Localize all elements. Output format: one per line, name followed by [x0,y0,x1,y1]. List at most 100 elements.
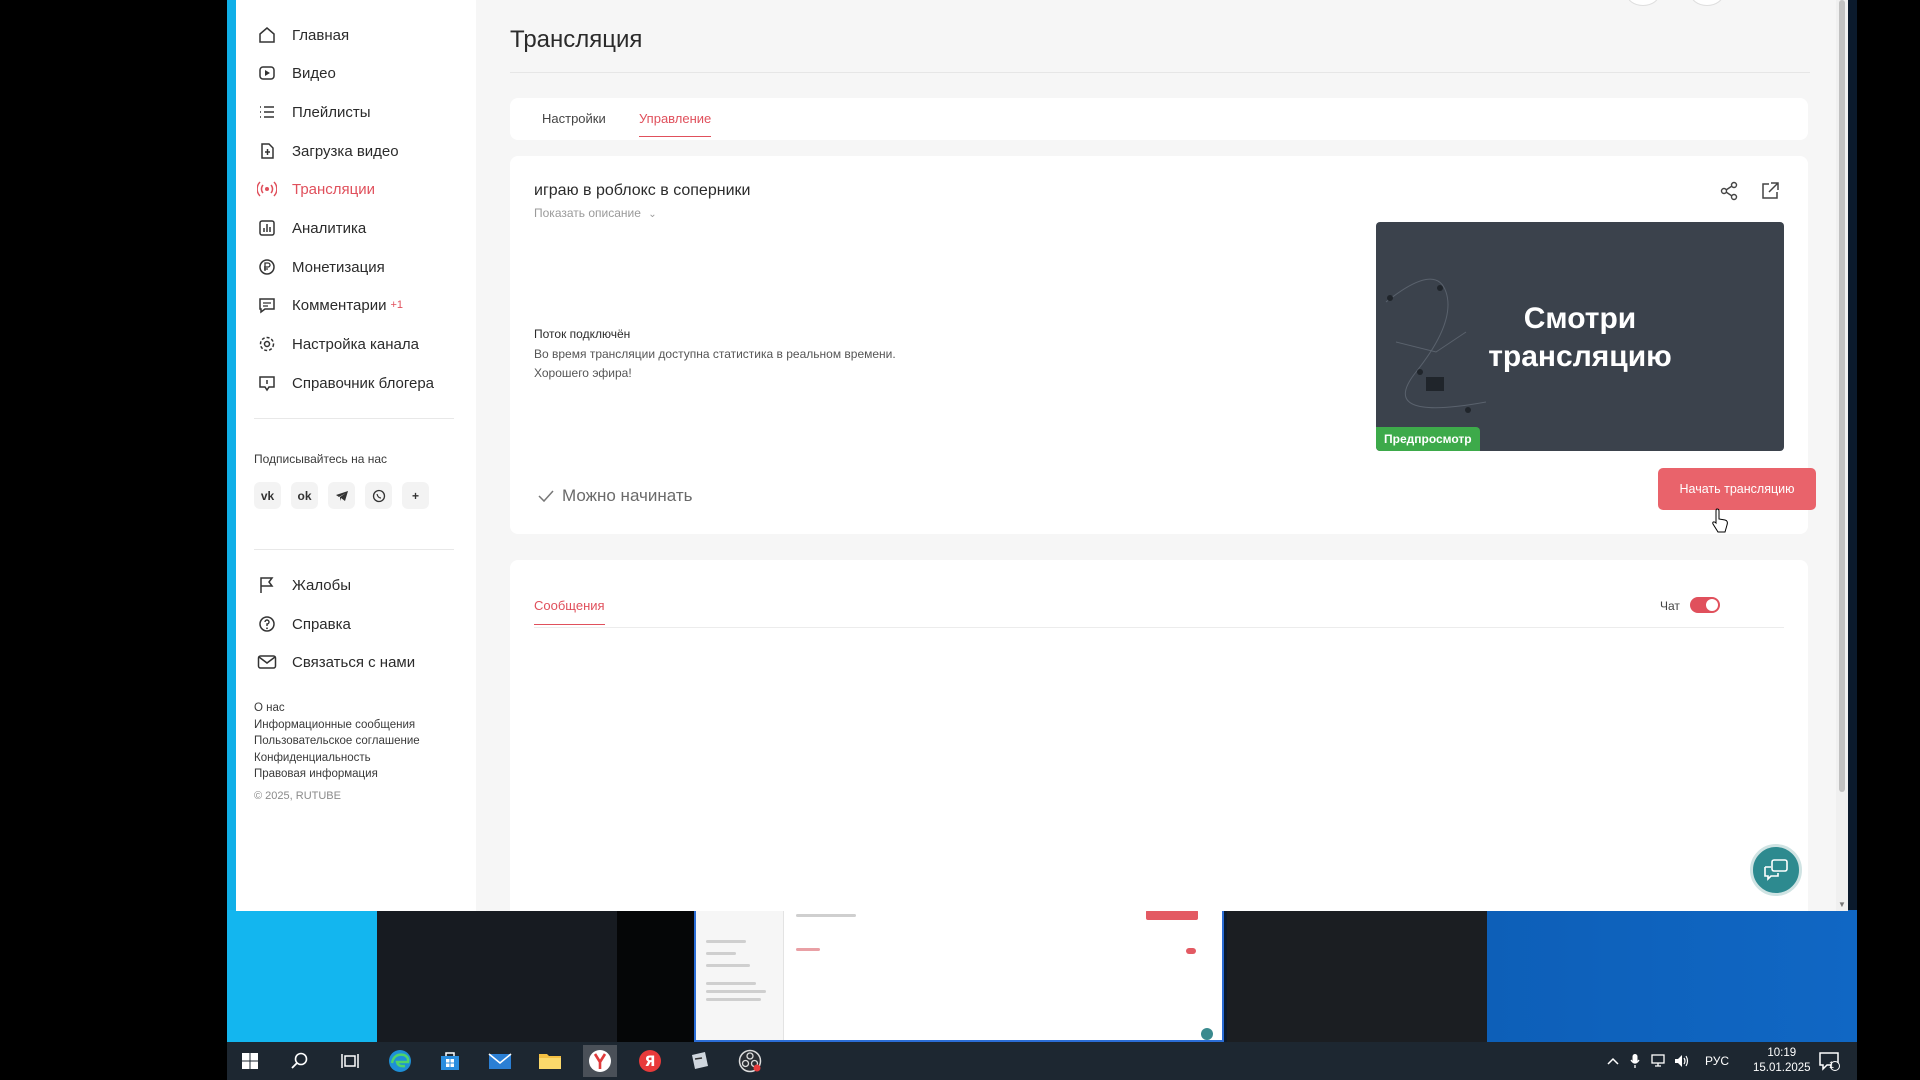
footer-link[interactable]: Информационные сообщения [254,717,420,734]
stream-status-line: Хорошего эфира! [534,366,632,380]
app-icon[interactable] [687,1048,713,1074]
show-description-label: Показать описание [534,206,641,220]
language-indicator[interactable]: РУС [1705,1054,1729,1068]
sidebar-item-playlists[interactable]: Плейлисты [256,97,371,127]
chevron-up-icon[interactable] [1605,1048,1621,1074]
sidebar-item-label: Видео [292,64,336,82]
stream-preview[interactable]: Смотри трансляцию Предпросмотр [1376,222,1784,451]
sidebar-item-label: Связаться с нами [292,653,416,671]
windows-start-icon[interactable] [237,1048,263,1074]
sidebar-item-label: Жалобы [292,576,351,594]
network-icon[interactable] [1649,1048,1667,1074]
mail-app-icon[interactable] [487,1048,513,1074]
footer-links: О нас Информационные сообщения Пользоват… [254,700,420,783]
header-button[interactable] [1626,0,1660,6]
taskbar: Я РУС 10:19 15.01.2025 1 [227,1042,1857,1080]
footer-link[interactable]: Конфиденциальность [254,750,420,767]
vk-icon[interactable]: vk [254,482,281,509]
list-icon [256,101,278,123]
plus-icon[interactable]: + [402,482,429,509]
sidebar-item-label: Плейлисты [292,103,371,121]
edge-icon[interactable] [387,1048,413,1074]
tab-settings[interactable]: Настройки [542,111,606,136]
comment-icon [256,294,278,316]
sidebar-item-label: Главная [292,26,350,44]
chat-card: Сообщения Чат [510,560,1808,911]
video-icon [256,62,278,84]
explorer-icon[interactable] [537,1048,563,1074]
store-icon[interactable] [437,1048,463,1074]
ready-status: Можно начинать [538,486,693,506]
sidebar-item-blogger-guide[interactable]: Справочник блогера [256,368,434,398]
sidebar-item-label: Настройка канала [292,335,419,353]
telegram-icon[interactable] [328,482,355,509]
chat-bubbles-icon [1764,859,1788,881]
footer-link[interactable]: Правовая информация [254,766,420,783]
yandex-icon[interactable]: Я [637,1048,663,1074]
preview-text: Смотри трансляцию [1488,302,1672,373]
preview-badge: Предпросмотр [1376,427,1480,451]
scrollbar[interactable]: ▼ [1836,0,1848,911]
analytics-icon [256,217,278,239]
tabs-bar: Настройки Управление [510,98,1808,140]
support-chat-button[interactable] [1750,844,1802,896]
microphone-icon[interactable] [1627,1048,1643,1074]
sidebar-item-channel-settings[interactable]: Настройка канала [256,329,419,359]
footer-link[interactable]: О нас [254,700,420,717]
sidebar-item-label: Комментарии [292,296,387,314]
sidebar-item-label: Справочник блогера [292,374,435,392]
divider [534,627,1784,628]
subscribe-heading: Подписывайтесь на нас [254,452,388,466]
chevron-down-icon: ⌄ [648,209,657,220]
divider [254,549,454,550]
search-icon[interactable] [287,1048,313,1074]
scrollbar-thumb[interactable] [1839,0,1845,792]
sidebar-item-contact[interactable]: Связаться с нами [256,647,415,677]
upload-icon [256,140,278,162]
obs-icon[interactable] [737,1048,763,1074]
share-icon[interactable] [1718,180,1740,202]
start-broadcast-button[interactable]: Начать трансляцию [1658,468,1816,510]
sidebar-item-label: Аналитика [292,219,367,237]
check-icon [538,490,554,503]
tab-messages[interactable]: Сообщения [534,598,605,625]
sidebar-item-home[interactable]: Главная [256,20,349,50]
sidebar-item-broadcasts[interactable]: Трансляции [256,174,375,204]
sidebar-item-comments[interactable]: Комментарии +1 [256,290,403,320]
window-thumbnail[interactable] [694,910,1224,1042]
broadcast-icon [256,178,278,200]
stream-status-line: Во время трансляции доступна статистика … [534,347,896,361]
sidebar-item-label: Справка [292,615,351,633]
external-link-icon[interactable] [1759,180,1781,202]
viber-icon[interactable] [365,482,392,509]
footer-link[interactable]: Пользовательское соглашение [254,733,420,750]
tab-management[interactable]: Управление [639,111,712,137]
scroll-down-icon[interactable]: ▼ [1838,900,1846,909]
stream-title: играю в роблокс в соперники [534,182,751,199]
home-icon [256,24,278,46]
stream-status-title: Поток подключён [534,327,631,341]
task-view-icon[interactable] [337,1048,363,1074]
flag-icon [256,574,278,596]
sidebar-item-complaints[interactable]: Жалобы [256,570,351,600]
chat-toggle[interactable] [1690,597,1720,613]
svg-text:Я: Я [645,1054,656,1070]
toggle-knob [1706,599,1718,611]
sidebar-item-monetization[interactable]: Монетизация [256,252,385,282]
ok-icon[interactable]: ok [291,482,318,509]
volume-icon[interactable] [1673,1048,1691,1074]
sidebar-item-upload[interactable]: Загрузка видео [256,136,399,166]
mouse-cursor-icon [1712,508,1728,533]
comments-badge: +1 [390,299,404,311]
help-icon [256,613,278,635]
chat-toggle-label: Чат [1660,599,1680,613]
sidebar-item-video[interactable]: Видео [256,58,336,88]
yandex-browser-icon[interactable] [583,1045,617,1077]
clock[interactable]: 10:19 15.01.2025 [1753,1046,1811,1076]
sidebar-item-analytics[interactable]: Аналитика [256,213,366,243]
ruble-icon [256,256,278,278]
sidebar-item-help[interactable]: Справка [256,609,351,639]
header-button[interactable] [1690,0,1724,6]
show-description-toggle[interactable]: Показать описание ⌄ [534,206,657,220]
social-links: vk ok + [254,482,429,509]
